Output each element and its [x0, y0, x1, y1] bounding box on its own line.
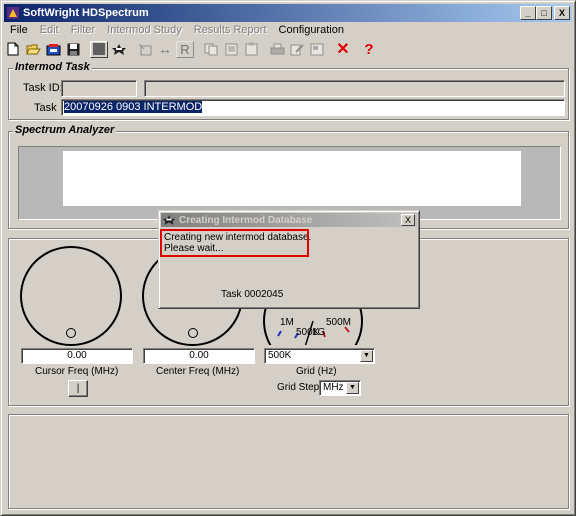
app-icon [7, 7, 19, 19]
dialog-task-text: Task 0002045 [221, 289, 284, 300]
chevron-down-icon[interactable]: ▼ [360, 350, 373, 362]
menu-edit[interactable]: Edit [34, 23, 65, 38]
dialog-aircraft-icon [162, 215, 176, 225]
save-icon [67, 43, 79, 55]
open-folder-button[interactable] [24, 41, 42, 58]
new-file-icon [7, 42, 19, 56]
preview-button[interactable] [308, 41, 326, 58]
title-bar[interactable]: SoftWright HDSpectrum _ □ X [4, 4, 572, 22]
new-file-button[interactable] [4, 41, 22, 58]
spectrum-plot-area [63, 151, 521, 206]
toolbar: ↔ R ✕ ? [4, 39, 572, 59]
task-field-text: 20070926 0903 INTERMOD [64, 101, 203, 113]
center-freq-label: Center Freq (MHz) [156, 366, 240, 377]
reference-button[interactable]: R [176, 40, 194, 58]
grid-step-value: MHz [323, 382, 344, 393]
dialog-title-bar[interactable]: Creating Intermod Database X [161, 213, 417, 227]
main-window: SoftWright HDSpectrum _ □ X File Edit Fi… [0, 0, 576, 516]
chevron-down-icon[interactable]: ▼ [346, 382, 359, 394]
bottom-panel [8, 414, 569, 509]
minimize-icon: _ [525, 8, 531, 18]
reference-icon: R [180, 41, 190, 57]
spectrum-display[interactable] [18, 146, 561, 220]
edit-button[interactable] [288, 41, 306, 58]
cursor-button[interactable]: | [68, 380, 88, 397]
clipboard-icon [245, 42, 257, 56]
span-button[interactable]: ↔ [156, 41, 174, 58]
print-icon [270, 43, 284, 54]
export-button[interactable] [136, 41, 154, 58]
task-description-field[interactable] [144, 80, 565, 97]
open-database-icon [46, 44, 60, 56]
print-button[interactable] [268, 41, 286, 58]
aircraft-button[interactable] [110, 41, 128, 58]
cursor-knob-indicator [66, 328, 76, 338]
window-title: SoftWright HDSpectrum [23, 7, 149, 19]
grid-step-select[interactable]: MHz ▼ [319, 380, 361, 396]
message-highlight-box [160, 229, 309, 257]
copy-icon [204, 43, 218, 55]
grid-knob-label-1m: 1M [280, 317, 294, 328]
grid-select[interactable]: 500K ▼ [264, 348, 375, 364]
dialog-close-button[interactable]: X [401, 214, 415, 226]
paste-button[interactable] [222, 41, 240, 58]
dialog-title: Creating Intermod Database [179, 214, 313, 226]
close-icon: X [558, 8, 565, 18]
maximize-button[interactable]: □ [536, 6, 552, 20]
open-database-button[interactable] [44, 41, 62, 58]
grid-step-label: Grid Step [277, 382, 320, 393]
delete-icon: ✕ [336, 41, 350, 58]
help-icon: ? [364, 40, 374, 58]
minimize-button[interactable]: _ [520, 6, 536, 20]
help-button[interactable]: ? [360, 41, 378, 58]
grid-knob-label-1g: 1G [312, 327, 326, 338]
cursor-button-label: | [76, 383, 80, 394]
delete-button[interactable]: ✕ [334, 41, 352, 58]
task-id-field[interactable] [61, 80, 137, 97]
menu-filter[interactable]: Filter [65, 23, 101, 38]
save-button[interactable] [64, 41, 82, 58]
spectrum-analyzer-title: Spectrum Analyzer [13, 124, 117, 136]
edit-icon [290, 43, 304, 55]
aircraft-icon [112, 43, 126, 55]
grid-select-value: 500K [268, 350, 292, 361]
stop-button[interactable] [90, 40, 108, 58]
close-icon: X [404, 215, 411, 225]
grid-knob-label-500m: 500M [326, 317, 352, 328]
menu-file[interactable]: File [4, 23, 34, 38]
task-id-label: Task ID: [23, 82, 63, 94]
stop-icon [93, 43, 105, 55]
task-label: Task [34, 102, 57, 114]
task-field[interactable]: 20070926 0903 INTERMOD [61, 99, 565, 116]
center-freq-field[interactable]: 0.00 [143, 348, 255, 364]
cursor-freq-knob[interactable] [20, 246, 122, 346]
intermod-task-title: Intermod Task [13, 61, 92, 73]
open-folder-icon [25, 44, 41, 54]
export-icon [138, 43, 152, 55]
menu-results-report[interactable]: Results Report [188, 23, 273, 38]
preview-icon [310, 43, 324, 55]
clipboard-button[interactable] [242, 41, 260, 58]
copy-button[interactable] [202, 41, 220, 58]
grid-label: Grid (Hz) [296, 366, 337, 377]
center-knob-indicator [188, 328, 198, 338]
cursor-freq-label: Cursor Freq (MHz) [35, 366, 119, 377]
menu-configuration[interactable]: Configuration [273, 23, 350, 38]
maximize-icon: □ [541, 8, 547, 18]
menu-bar: File Edit Filter Intermod Study Results … [4, 22, 572, 39]
span-icon: ↔ [158, 41, 172, 57]
paste-icon [225, 43, 237, 56]
menu-intermod-study[interactable]: Intermod Study [101, 23, 188, 38]
close-button[interactable]: X [554, 6, 570, 20]
progress-dialog: Creating Intermod Database X Creating ne… [158, 210, 420, 309]
cursor-freq-field[interactable]: 0.00 [21, 348, 133, 364]
